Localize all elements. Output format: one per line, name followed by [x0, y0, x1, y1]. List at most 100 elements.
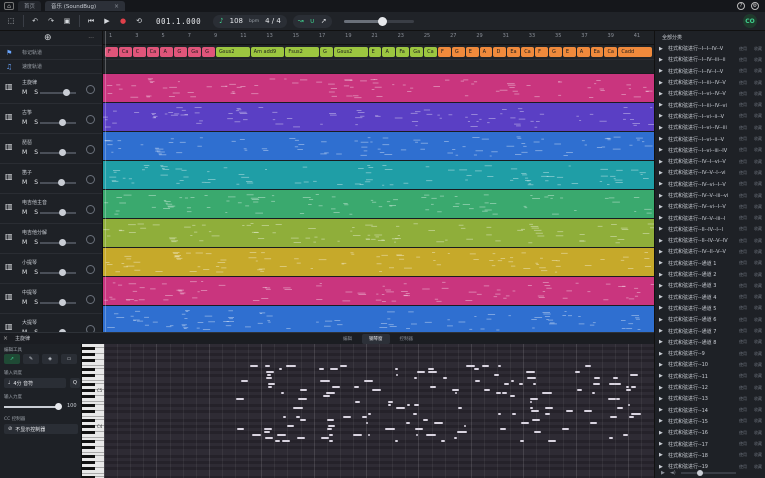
favorite-button[interactable]: 收藏	[754, 294, 762, 300]
preset-play-icon[interactable]: ▶	[659, 57, 664, 63]
favorite-button[interactable]: 收藏	[754, 385, 762, 391]
solo-button[interactable]: S	[34, 149, 38, 156]
favorite-button[interactable]: 收藏	[754, 46, 762, 52]
use-button[interactable]: 使用	[739, 193, 747, 199]
track-name[interactable]: 琵琶	[22, 139, 32, 146]
midi-note[interactable]	[367, 434, 370, 436]
favorite-button[interactable]: 收藏	[754, 441, 762, 447]
chord-block[interactable]: G	[202, 47, 215, 57]
midi-note[interactable]	[475, 380, 481, 382]
time-display[interactable]: 001.1.000	[156, 17, 201, 26]
solo-button[interactable]: S	[34, 209, 38, 216]
midi-note[interactable]	[495, 392, 501, 394]
settings-icon[interactable]: ⚙	[751, 2, 759, 10]
favorite-button[interactable]: 收藏	[754, 305, 762, 311]
chord-preset-item[interactable]: ▶ 柱式和弦进行--IV--I--vi--V 使用 收藏	[655, 156, 765, 167]
arrange-view[interactable]: 1 3 5 7 9 11 13 15 17 19 21 23 25 27 29 31 33 35 37 39 41 FC…	[103, 31, 654, 332]
preview-volume-slider[interactable]	[680, 470, 736, 476]
midi-note[interactable]	[428, 368, 435, 370]
redo-icon[interactable]: ↷	[46, 16, 56, 26]
midi-note[interactable]	[355, 401, 360, 403]
pan-knob[interactable]	[86, 325, 95, 332]
pan-knob[interactable]	[86, 115, 95, 124]
chord-block[interactable]: F	[535, 47, 548, 57]
solo-button[interactable]: S	[34, 299, 38, 306]
solo-button[interactable]: S	[34, 239, 38, 246]
midi-note[interactable]	[484, 389, 491, 391]
chord-preset-item[interactable]: ▶ 柱式和弦进行--12 使用 收藏	[655, 382, 765, 393]
preset-play-icon[interactable]: ▶	[659, 407, 664, 413]
track-clip[interactable]	[103, 102, 654, 131]
black-key[interactable]	[82, 419, 95, 422]
use-button[interactable]: 使用	[739, 181, 747, 187]
use-button[interactable]: 使用	[739, 362, 747, 368]
midi-note[interactable]	[385, 428, 395, 430]
master-volume-knob[interactable]	[378, 16, 388, 26]
midi-note[interactable]	[343, 416, 352, 418]
midi-note[interactable]	[592, 383, 601, 385]
favorite-button[interactable]: 收藏	[754, 249, 762, 255]
midi-note[interactable]	[615, 398, 620, 400]
track-clip[interactable]	[103, 73, 654, 102]
chord-preset-item[interactable]: ▶ 柱式和弦进行--I--IV--I--V 使用 收藏	[655, 66, 765, 77]
midi-note[interactable]	[426, 434, 436, 436]
midi-note[interactable]	[465, 365, 476, 367]
black-key[interactable]	[82, 374, 95, 377]
chord-block[interactable]: Cadd	[618, 47, 652, 57]
chord-block[interactable]: Gsus2	[215, 47, 250, 57]
track-volume-slider[interactable]	[40, 179, 76, 186]
midi-note[interactable]	[498, 365, 501, 367]
midi-note[interactable]	[250, 365, 259, 367]
close-tab-icon[interactable]: ×	[114, 3, 119, 10]
favorite-button[interactable]: 收藏	[754, 170, 762, 176]
track-volume-slider[interactable]	[40, 149, 76, 156]
time-signature[interactable]: 4 / 4	[265, 17, 281, 25]
favorite-button[interactable]: 收藏	[754, 328, 762, 334]
track-header[interactable]: ▥ 主旋律 M S	[0, 73, 102, 103]
midi-note[interactable]	[320, 380, 330, 382]
midi-note[interactable]	[544, 413, 550, 415]
use-button[interactable]: 使用	[739, 147, 747, 153]
velocity-knob[interactable]	[55, 403, 62, 410]
midi-note[interactable]	[614, 383, 622, 385]
quantize-button[interactable]: Q	[70, 378, 80, 388]
chord-block[interactable]: Ea	[590, 47, 604, 57]
use-button[interactable]: 使用	[739, 57, 747, 63]
track-volume-knob[interactable]	[59, 119, 67, 126]
midi-note[interactable]	[236, 428, 244, 430]
chord-block[interactable]: Ga	[410, 47, 424, 57]
midi-note[interactable]	[289, 365, 296, 367]
track-name[interactable]: 小提琴	[22, 259, 37, 266]
midi-note[interactable]	[533, 383, 536, 385]
chord-preset-item[interactable]: ▶ 柱式和弦进行--I--vi--ii--V 使用 收藏	[655, 111, 765, 122]
quantize-select[interactable]: ♩ 4分 音符	[4, 378, 66, 388]
midi-note[interactable]	[504, 383, 510, 385]
chord-block[interactable]: F	[105, 47, 118, 57]
chord-block[interactable]: Ca	[424, 47, 437, 57]
preset-play-icon[interactable]: ▶	[659, 441, 664, 447]
preset-play-icon[interactable]: ▶	[659, 249, 664, 255]
track-header[interactable]: ▥ 琵琶 M S	[0, 133, 102, 163]
master-volume-slider[interactable]	[343, 16, 414, 26]
skip-back-icon[interactable]: ⏮	[86, 16, 96, 26]
midi-note[interactable]	[457, 407, 463, 409]
chord-preset-item[interactable]: ▶ 柱式和弦进行--IV--vi--I--V 使用 收藏	[655, 201, 765, 212]
midi-note[interactable]	[395, 368, 399, 370]
tab-piano-roll[interactable]: 钢琴窗	[362, 334, 390, 344]
tab-project[interactable]: 音乐 (SoundBug) ×	[45, 1, 126, 11]
chord-preset-item[interactable]: ▶ 柱式和弦进行--I--I--IV--V 使用 收藏	[655, 43, 765, 54]
track-clip[interactable]	[103, 189, 654, 218]
midi-note[interactable]	[331, 386, 340, 388]
chord-preset-item[interactable]: ▶ 柱式和弦进行--13 使用 收藏	[655, 393, 765, 404]
midi-note[interactable]	[371, 389, 381, 391]
chord-preset-item[interactable]: ▶ 柱式和弦进行--9 使用 收藏	[655, 348, 765, 359]
midi-note[interactable]	[327, 419, 335, 421]
use-button[interactable]: 使用	[739, 272, 747, 278]
track-volume-knob[interactable]	[59, 209, 67, 216]
midi-note[interactable]	[526, 377, 536, 379]
chord-block[interactable]: A	[576, 47, 590, 57]
pointer-icon[interactable]: ➚	[321, 17, 327, 25]
midi-note[interactable]	[266, 374, 272, 376]
chord-preset-item[interactable]: ▶ 柱式和弦进行--10 使用 收藏	[655, 359, 765, 370]
midi-note[interactable]	[326, 428, 333, 430]
